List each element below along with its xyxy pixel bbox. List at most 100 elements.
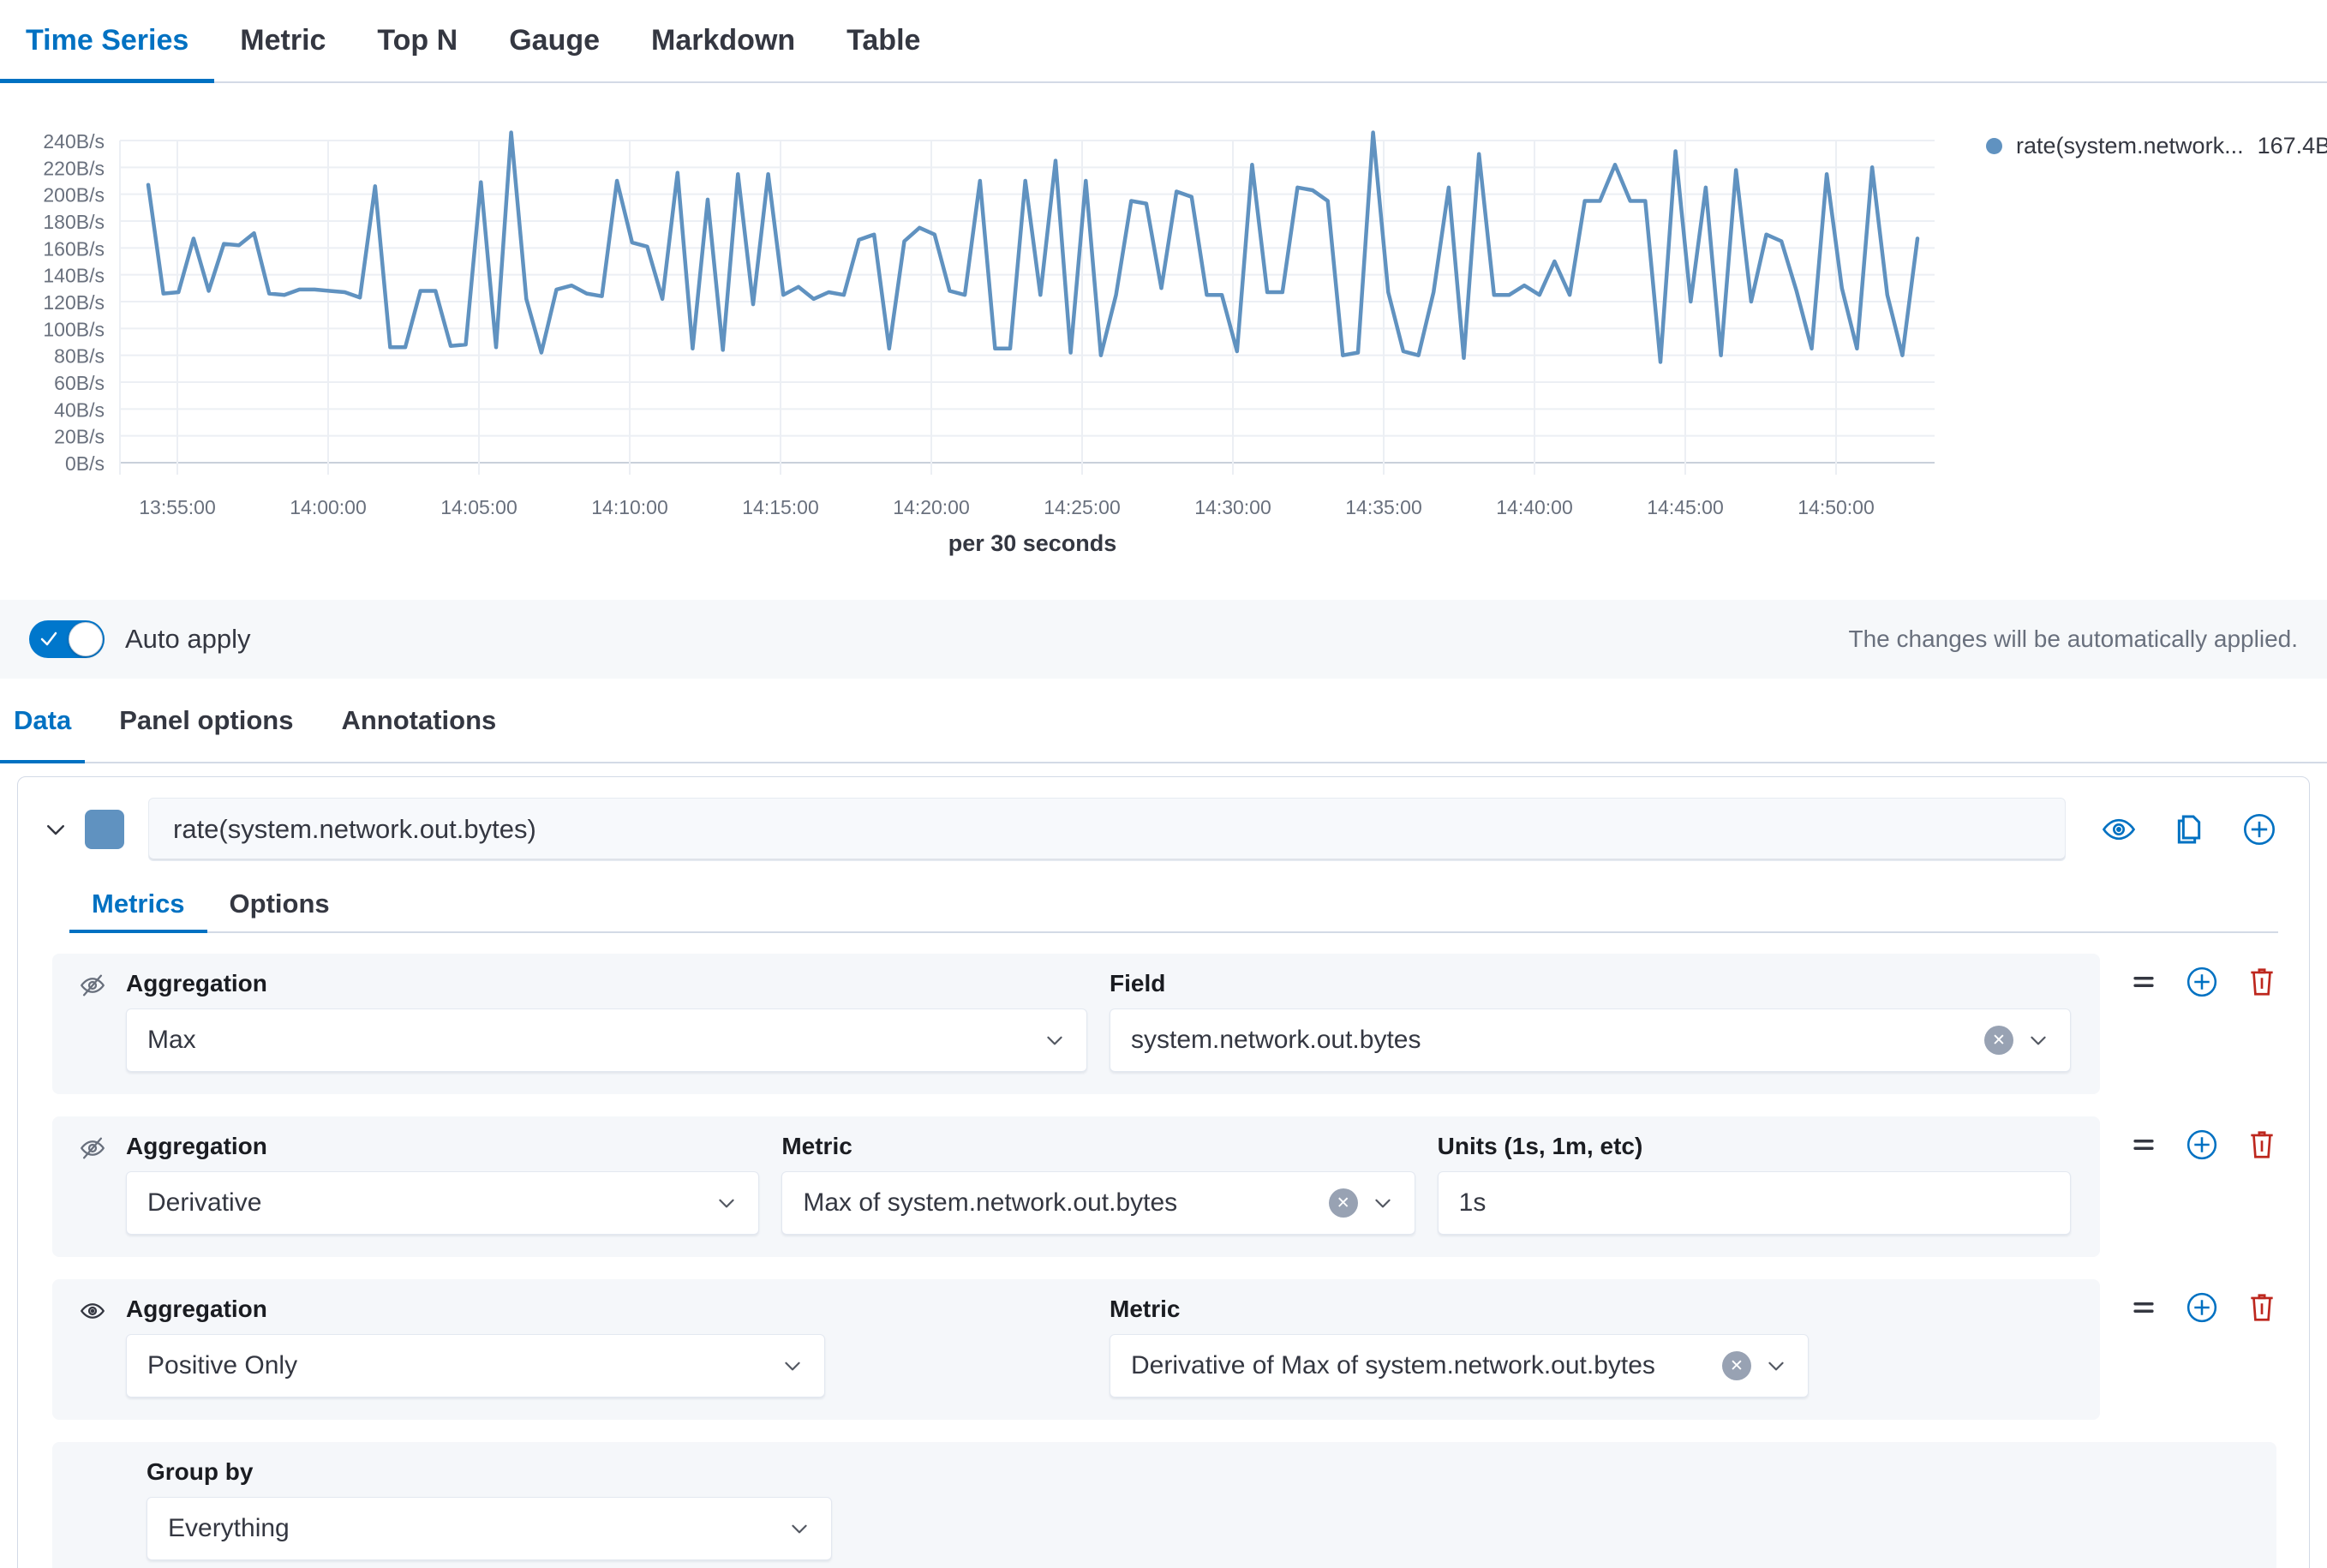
chart-interval-caption: per 30 seconds [882,530,1182,557]
time-series-chart: 0B/s20B/s40B/s60B/s80B/s100B/s120B/s140B… [0,83,2327,600]
svg-text:120B/s: 120B/s [43,291,105,314]
chart-legend-item[interactable]: rate(system.network... 167.4B/s [1986,133,2327,159]
metrics-list: Aggregation Max Field system.network.out… [18,933,2309,1568]
svg-text:14:15:00: 14:15:00 [742,496,819,518]
series-color-swatch[interactable] [85,810,124,849]
tab-table[interactable]: Table [821,0,946,81]
svg-text:14:25:00: 14:25:00 [1044,496,1121,518]
tab-label: Options [230,889,330,919]
aggregation-select[interactable]: Positive Only [126,1334,825,1397]
select-value: Max [147,1026,1044,1055]
tab-label: Gauge [509,24,600,57]
tab-label: Markdown [651,24,795,57]
svg-text:13:55:00: 13:55:00 [139,496,216,518]
chevron-down-icon [788,1517,811,1540]
metric-combobox[interactable]: Max of system.network.out.bytes ✕ [781,1171,1415,1235]
metric-row: Aggregation Derivative Metric Max of sys… [52,1116,2278,1257]
tab-metric[interactable]: Metric [214,0,351,81]
drag-handle-icon[interactable] [2129,1293,2158,1322]
svg-text:220B/s: 220B/s [43,157,105,179]
tab-top-n[interactable]: Top N [351,0,483,81]
drag-handle-icon[interactable] [2129,967,2158,996]
series-tabs: Metrics Options [69,877,2278,933]
tab-data[interactable]: Data [0,679,85,762]
svg-text:14:10:00: 14:10:00 [591,496,668,518]
tab-gauge[interactable]: Gauge [483,0,625,81]
tab-label: Time Series [26,24,188,57]
chevron-down-icon [715,1192,738,1214]
tab-metrics[interactable]: Metrics [69,877,207,931]
metric-row-actions [2129,1291,2278,1324]
metric-hidden-indicator [78,1132,126,1235]
add-metric-icon[interactable] [2186,966,2218,998]
input-value: 1s [1459,1188,2049,1218]
delete-metric-icon[interactable] [2246,966,2278,998]
time-series-chart-area: 0B/s20B/s40B/s60B/s80B/s100B/s120B/s140B… [0,83,2327,600]
auto-apply-bar: Auto apply The changes will be automatic… [0,600,2327,679]
metric-row: Aggregation Positive Only Metric Derivat… [52,1279,2278,1420]
svg-text:14:30:00: 14:30:00 [1194,496,1271,518]
tab-label: Top N [377,24,458,57]
metric-row-actions [2129,966,2278,998]
clone-series-button[interactable] [2172,812,2206,847]
check-icon [39,628,59,649]
editor-tabs: Data Panel options Annotations [0,679,2327,763]
auto-apply-hint: The changes will be automatically applie… [1848,625,2298,653]
svg-text:80B/s: 80B/s [54,345,105,368]
legend-series-value: 167.4B/s [2258,133,2327,159]
tab-panel-options[interactable]: Panel options [105,679,307,762]
tsvb-editor: Time Series Metric Top N Gauge Markdown … [0,0,2327,1568]
copy-icon [2172,812,2206,847]
add-metric-icon[interactable] [2186,1128,2218,1161]
svg-text:140B/s: 140B/s [43,265,105,287]
select-value: Positive Only [147,1351,781,1380]
aggregation-select[interactable]: Derivative [126,1171,759,1235]
tab-time-series[interactable]: Time Series [0,0,214,81]
series-actions [2102,812,2276,847]
chevron-down-icon [43,817,69,842]
tab-label: Metric [240,24,326,57]
add-metric-icon[interactable] [2186,1291,2218,1324]
select-value: Derivative [147,1188,715,1218]
units-input[interactable]: 1s [1438,1171,2071,1235]
auto-apply-toggle[interactable] [29,620,105,658]
select-value: Max of system.network.out.bytes [803,1188,1328,1218]
chevron-down-icon [781,1355,804,1377]
eye-slash-icon [78,1134,107,1163]
aggregation-label: Aggregation [126,1132,759,1161]
group-by-label: Group by [147,1457,2247,1487]
tab-options[interactable]: Options [207,877,352,931]
eye-icon [2102,812,2136,847]
series-label-input[interactable] [148,798,2066,861]
svg-text:14:20:00: 14:20:00 [893,496,970,518]
toggle-knob [69,622,103,656]
chevron-down-icon [1765,1355,1787,1377]
metric-row-actions [2129,1128,2278,1161]
tab-annotations[interactable]: Annotations [327,679,510,762]
metric-combobox[interactable]: Derivative of Max of system.network.out.… [1110,1334,1809,1397]
svg-text:0B/s: 0B/s [65,452,105,475]
group-by-select[interactable]: Everything [147,1497,832,1560]
svg-text:100B/s: 100B/s [43,318,105,340]
svg-text:200B/s: 200B/s [43,184,105,206]
tab-markdown[interactable]: Markdown [625,0,821,81]
field-label: Field [1110,969,2071,998]
select-value: Derivative of Max of system.network.out.… [1131,1351,1722,1380]
delete-metric-icon[interactable] [2246,1128,2278,1161]
chevron-down-icon [1044,1029,1066,1051]
svg-text:14:00:00: 14:00:00 [290,496,367,518]
toggle-series-visibility-button[interactable] [2102,812,2136,847]
clear-selection-icon[interactable]: ✕ [1984,1026,2013,1055]
add-series-button[interactable] [2242,812,2276,847]
aggregation-select[interactable]: Max [126,1008,1087,1072]
svg-text:180B/s: 180B/s [43,211,105,233]
metric-hidden-indicator [78,969,126,1072]
collapse-series-button[interactable] [37,811,75,848]
field-combobox[interactable]: system.network.out.bytes ✕ [1110,1008,2071,1072]
clear-selection-icon[interactable]: ✕ [1722,1351,1751,1380]
tab-label: Metrics [92,889,185,919]
drag-handle-icon[interactable] [2129,1130,2158,1159]
tab-label: Data [14,705,71,736]
delete-metric-icon[interactable] [2246,1291,2278,1324]
clear-selection-icon[interactable]: ✕ [1329,1188,1358,1218]
